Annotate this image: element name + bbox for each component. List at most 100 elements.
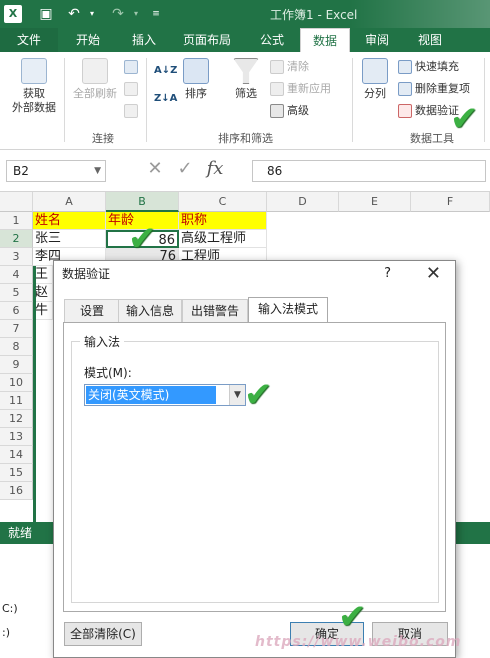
row-header-15[interactable]: 15 — [0, 464, 33, 482]
tab-insert[interactable]: 插入 — [118, 28, 170, 52]
title-bar: X ▣ ↶ ▾ ↷ ▾ ≡ 工作簿1 - Excel — [0, 0, 490, 28]
row-header-5[interactable]: 5 — [0, 284, 33, 302]
selection-border — [33, 266, 36, 522]
edit-links-icon[interactable] — [124, 102, 141, 120]
data-validation-dialog: 数据验证 ? ✕ 设置 输入信息 出错警告 输入法模式 输入法 模式(M): 关… — [53, 260, 456, 658]
row-header-9[interactable]: 9 — [0, 356, 33, 374]
row-header-11[interactable]: 11 — [0, 392, 33, 410]
row-header-13[interactable]: 13 — [0, 428, 33, 446]
mode-select[interactable]: 关闭(英文模式) ▼ — [84, 384, 246, 406]
tab-ime-mode[interactable]: 输入法模式 — [248, 297, 328, 323]
get-external-data-button[interactable]: 获取 外部数据 — [6, 58, 62, 115]
ribbon-separator — [484, 58, 485, 142]
row-header-6[interactable]: 6 — [0, 302, 33, 320]
remove-duplicates-icon — [398, 82, 412, 96]
tab-home[interactable]: 开始 — [62, 28, 114, 52]
reapply-button[interactable]: 重新应用 — [270, 80, 331, 98]
tab-settings[interactable]: 设置 — [64, 299, 120, 323]
cell-a1[interactable]: 姓名 — [33, 212, 106, 230]
chevron-down-icon[interactable]: ▼ — [94, 161, 101, 181]
redo-icon[interactable]: ↷ — [108, 4, 128, 24]
row-header-14[interactable]: 14 — [0, 446, 33, 464]
status-text: 就绪 — [8, 526, 33, 540]
clear-all-button[interactable]: 全部清除(C) — [64, 622, 142, 646]
cell-a5[interactable]: 赵 — [33, 284, 53, 302]
tab-review[interactable]: 审阅 — [354, 28, 400, 52]
row-header-10[interactable]: 10 — [0, 374, 33, 392]
tab-page-layout[interactable]: 页面布局 — [174, 28, 240, 52]
clear-button[interactable]: 清除 — [270, 58, 309, 76]
cancel-formula-icon[interactable]: ✕ — [140, 158, 170, 179]
get-external-data-label-2: 外部数据 — [12, 101, 56, 114]
flash-fill-label: 快速填充 — [415, 60, 459, 73]
flash-fill-button[interactable]: 快速填充 — [398, 58, 459, 76]
flash-fill-icon — [398, 60, 412, 74]
column-header-a[interactable]: A — [33, 192, 106, 212]
remove-duplicates-button[interactable]: 删除重复项 — [398, 80, 470, 98]
close-icon[interactable]: ✕ — [426, 261, 441, 287]
sort-button[interactable]: 排序 — [178, 58, 214, 101]
tab-input-message[interactable]: 输入信息 — [118, 299, 182, 323]
customize-toolbar-icon[interactable]: ≡ — [146, 4, 166, 24]
help-icon[interactable]: ? — [384, 261, 391, 287]
row-header-4[interactable]: 4 — [0, 266, 33, 284]
row-header-7[interactable]: 7 — [0, 320, 33, 338]
insert-function-icon[interactable]: fx — [200, 158, 230, 179]
dialog-title: 数据验证 — [54, 261, 455, 287]
undo-dropdown-icon[interactable]: ▾ — [82, 4, 102, 24]
row-header-1[interactable]: 1 — [0, 212, 33, 230]
column-header-e[interactable]: E — [339, 192, 411, 212]
column-header-c[interactable]: C — [179, 192, 267, 212]
row-header-12[interactable]: 12 — [0, 410, 33, 428]
cell-a6[interactable]: 牛 — [33, 302, 53, 320]
tab-file[interactable]: 文件 — [0, 28, 58, 52]
cell-a4[interactable]: 王 — [33, 266, 53, 284]
ribbon-separator — [352, 58, 353, 142]
name-box[interactable]: B2 ▼ — [6, 160, 106, 182]
tab-panel: 输入法 模式(M): 关闭(英文模式) ▼ — [63, 322, 446, 612]
row-header-16[interactable]: 16 — [0, 482, 33, 500]
watermark-logo: https://www.weibo.com — [255, 634, 462, 650]
connections-icon[interactable] — [124, 58, 141, 76]
undo-icon[interactable]: ↶ — [64, 4, 84, 24]
sort-icon — [183, 58, 209, 84]
redo-dropdown-icon[interactable]: ▾ — [126, 4, 146, 24]
tab-data[interactable]: 数据 — [300, 28, 350, 52]
sort-za-icon[interactable]: Z↓A — [154, 90, 177, 108]
save-icon[interactable]: ▣ — [36, 4, 56, 24]
row-header-8[interactable]: 8 — [0, 338, 33, 356]
formula-icons: ✕ ✓ fx — [140, 158, 230, 184]
enter-formula-icon[interactable]: ✓ — [170, 158, 200, 179]
column-header-b[interactable]: B — [106, 192, 179, 212]
tab-error-alert[interactable]: 出错警告 — [182, 299, 248, 323]
filter-funnel-icon — [233, 58, 259, 84]
column-header-f[interactable]: F — [411, 192, 490, 212]
excel-logo-icon: X — [4, 5, 22, 23]
select-all-corner[interactable] — [0, 192, 33, 212]
chevron-down-icon[interactable]: ▼ — [229, 385, 245, 405]
get-external-data-label-1: 获取 — [23, 87, 45, 100]
mode-select-value: 关闭(英文模式) — [86, 386, 216, 404]
sort-az-icon[interactable]: A↓Z — [154, 62, 177, 80]
cell-c1[interactable]: 职称 — [179, 212, 267, 230]
database-icon — [21, 58, 47, 84]
clear-filter-icon — [270, 60, 284, 74]
filter-button[interactable]: 筛选 — [226, 58, 266, 101]
connections-group-label: 连接 — [92, 132, 114, 145]
row-header-3[interactable]: 3 — [0, 248, 33, 266]
properties-icon[interactable] — [124, 80, 141, 98]
tab-formulas[interactable]: 公式 — [246, 28, 298, 52]
data-validation-icon — [398, 104, 412, 118]
column-header-d[interactable]: D — [267, 192, 339, 212]
formula-input[interactable]: 86 — [252, 160, 486, 182]
cell-a2[interactable]: 张三 — [33, 230, 106, 248]
refresh-all-button[interactable]: 全部刷新 — [68, 58, 122, 101]
advanced-button[interactable]: 高级 — [270, 102, 309, 120]
tab-view[interactable]: 视图 — [404, 28, 456, 52]
cell-c2[interactable]: 高级工程师 — [179, 230, 267, 248]
window-title: 工作簿1 - Excel — [270, 8, 358, 22]
row-header-2[interactable]: 2 — [0, 230, 33, 248]
name-box-value: B2 — [13, 164, 29, 178]
text-to-columns-button[interactable]: 分列 — [356, 58, 394, 101]
reapply-icon — [270, 82, 284, 96]
